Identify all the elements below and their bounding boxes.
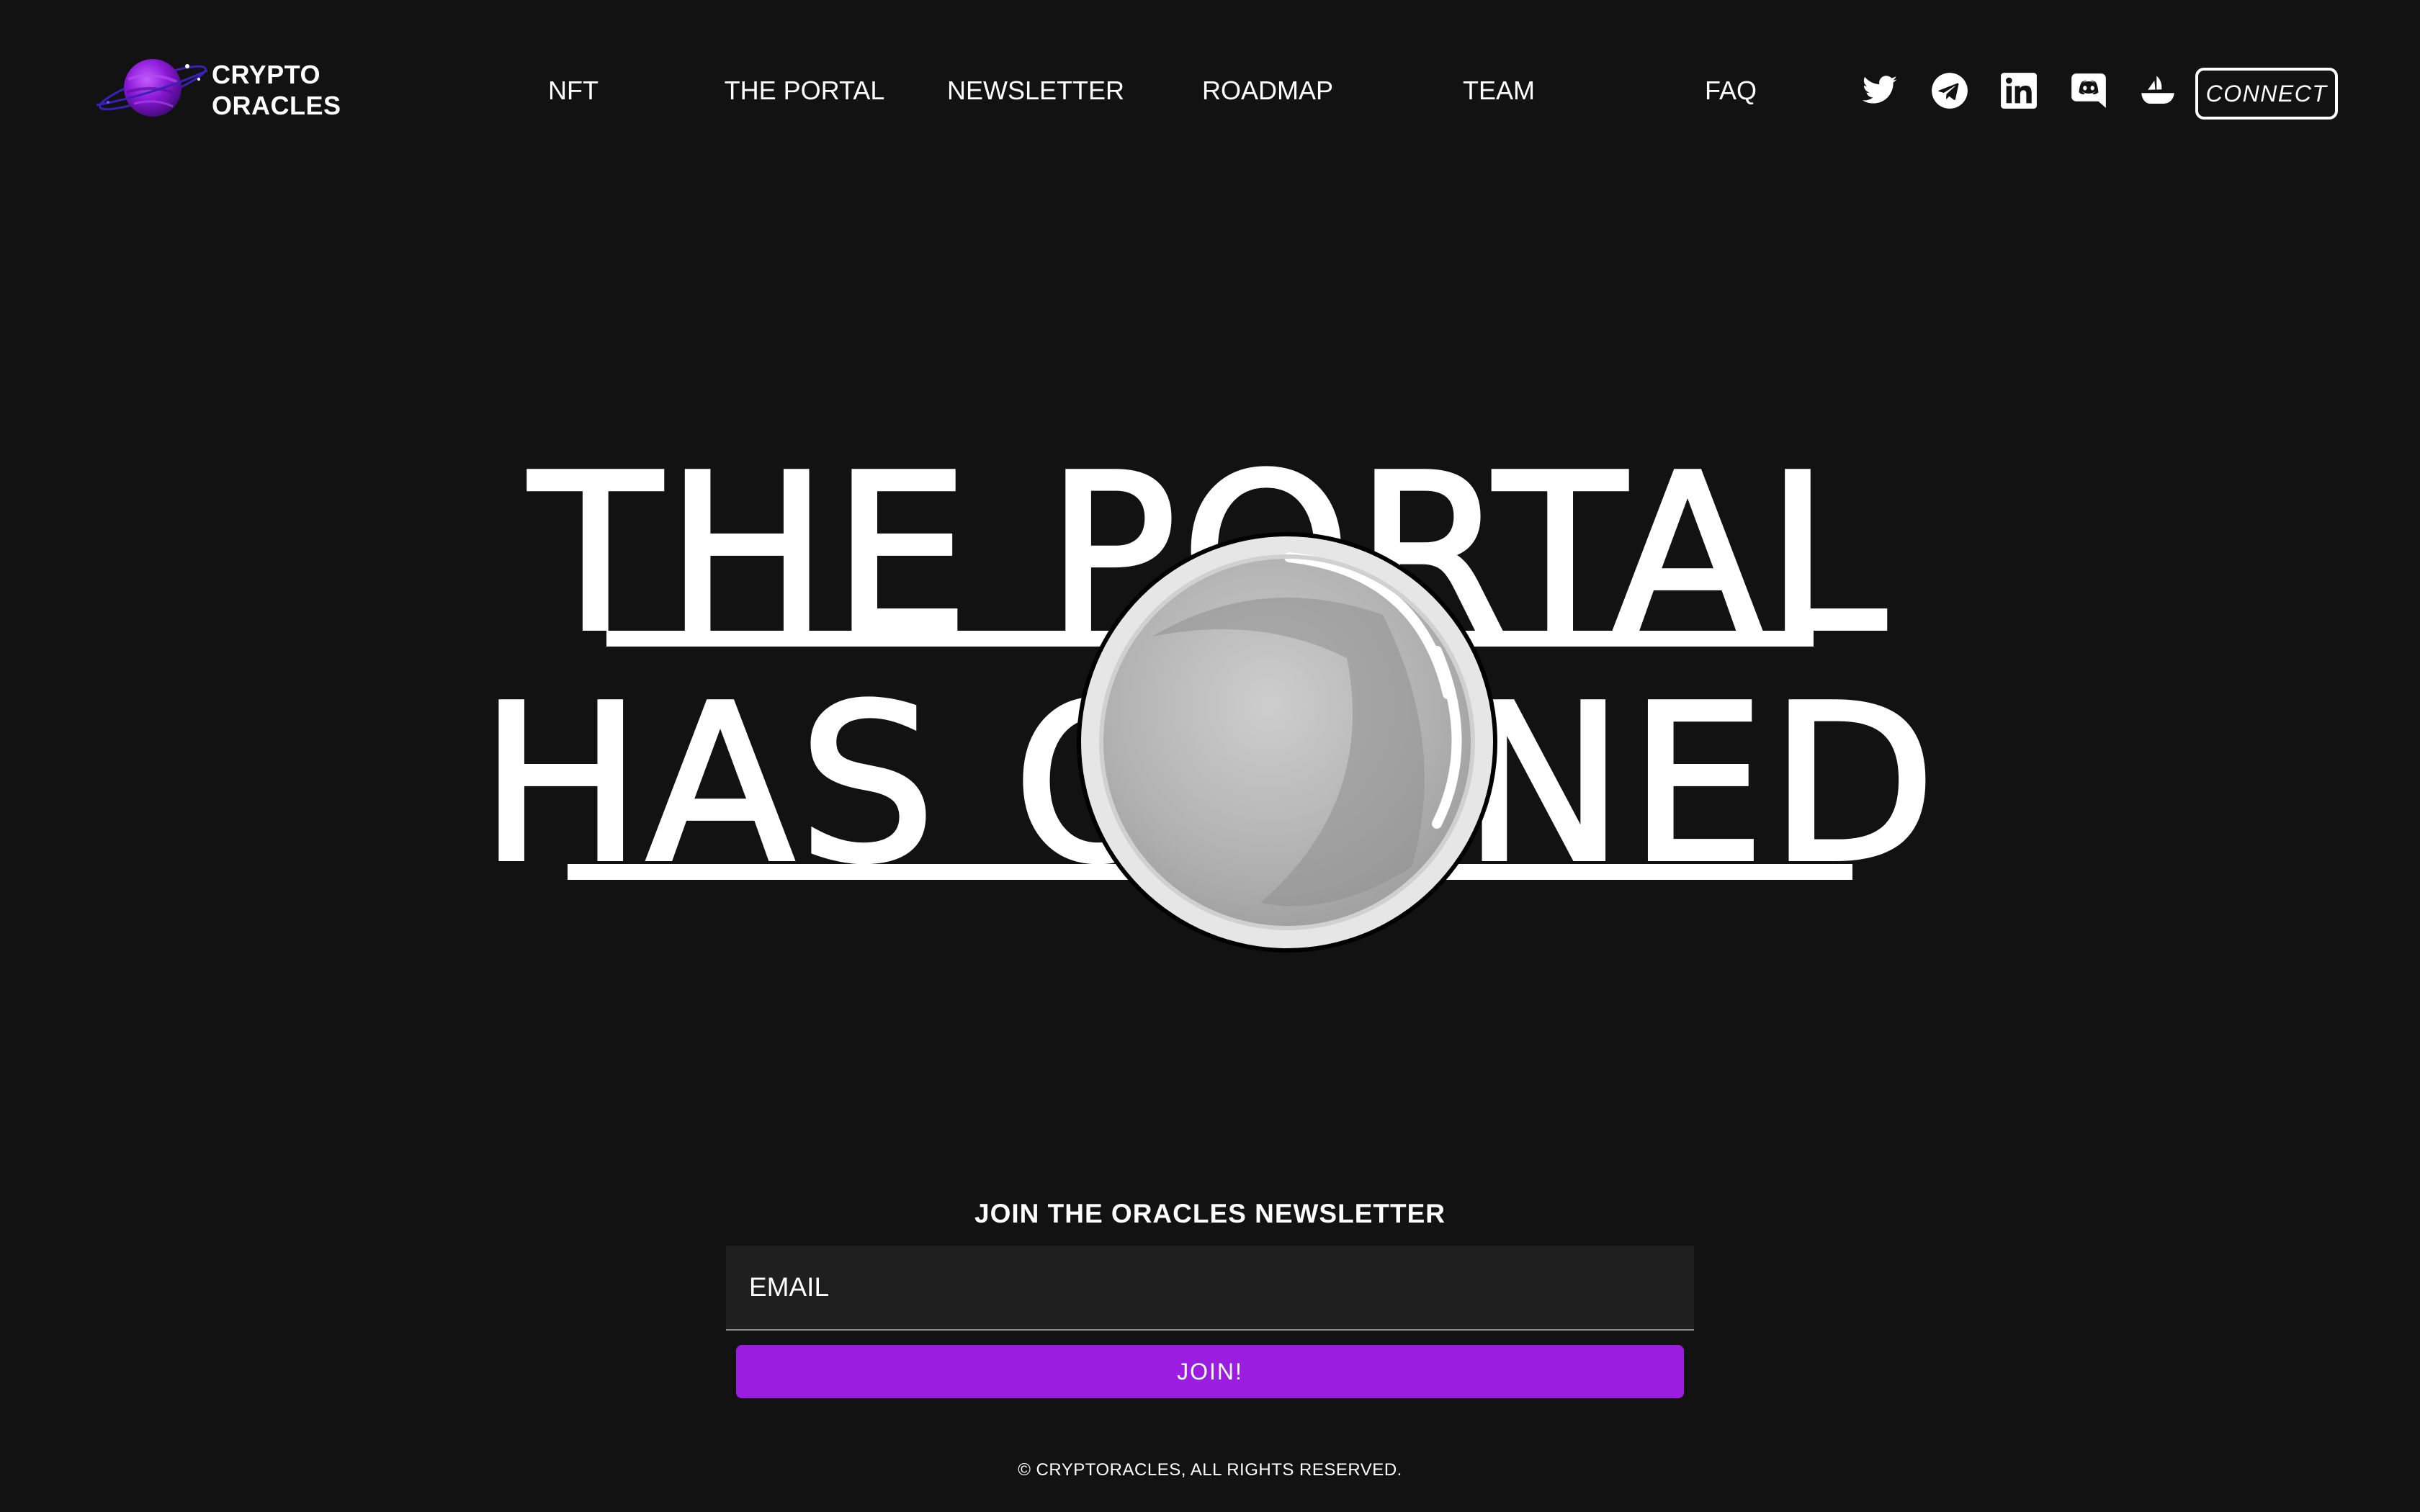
brand-name: CRYPTO ORACLES — [212, 59, 341, 121]
brand-line-1: CRYPTO — [212, 60, 321, 89]
hero-section: THE PORTAL HAS OPENED — [0, 418, 2420, 953]
join-newsletter-button[interactable]: JOIN! — [736, 1345, 1684, 1398]
email-field[interactable] — [726, 1246, 1694, 1331]
site-header: CRYPTO ORACLES NFT THE PORTAL NEWSLETTER… — [0, 0, 2420, 180]
home-logo-link[interactable]: CRYPTO ORACLES — [94, 50, 341, 130]
brand-line-2: ORACLES — [212, 91, 341, 120]
nav-item-team[interactable]: TEAM — [1463, 65, 1535, 117]
nav-item-newsletter[interactable]: NEWSLETTER — [947, 65, 1124, 117]
nav-item-the-portal[interactable]: THE PORTAL — [725, 65, 885, 117]
telegram-icon[interactable] — [1931, 72, 1968, 109]
footer-copyright: © CRYPTORACLES, ALL RIGHTS RESERVED. — [1018, 1460, 1402, 1480]
nav-item-faq[interactable]: FAQ — [1705, 65, 1757, 117]
opensea-icon[interactable] — [2139, 72, 2177, 109]
planet-logo-icon — [96, 59, 208, 117]
page: CRYPTO ORACLES NFT THE PORTAL NEWSLETTER… — [0, 0, 2420, 1512]
twitter-icon[interactable] — [1861, 72, 1899, 109]
portal-orb-icon — [1077, 532, 1497, 953]
newsletter-title: JOIN THE ORACLES NEWSLETTER — [974, 1199, 1446, 1228]
nav-item-roadmap[interactable]: ROADMAP — [1202, 65, 1333, 117]
discord-icon[interactable] — [2070, 72, 2107, 109]
nav-item-nft[interactable]: NFT — [548, 65, 599, 117]
linkedin-icon[interactable] — [2000, 72, 2038, 109]
connect-wallet-button[interactable]: CONNECT — [2195, 68, 2338, 120]
